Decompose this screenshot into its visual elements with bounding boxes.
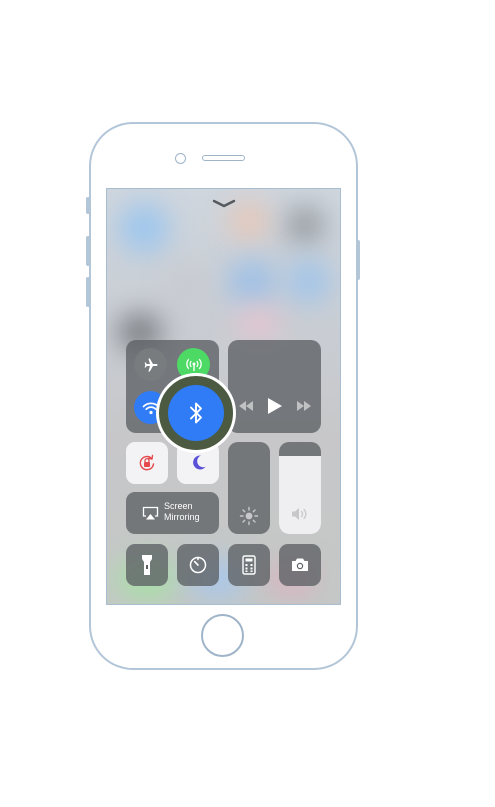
bluetooth-toggle-highlight[interactable]	[156, 373, 236, 453]
volume-slider[interactable]	[279, 442, 321, 534]
brightness-icon	[239, 506, 259, 526]
calculator-button[interactable]	[228, 544, 270, 586]
airplane-icon	[144, 358, 157, 371]
fast-forward-icon[interactable]	[297, 401, 311, 411]
screen-mirroring-line1: Screen	[164, 501, 193, 511]
screen-mirroring-line2: Mirroring	[164, 512, 200, 522]
volume-down-button	[86, 277, 90, 307]
front-camera	[175, 153, 186, 164]
camera-button[interactable]	[279, 544, 321, 586]
volume-up-button	[86, 236, 90, 266]
cellular-icon	[185, 358, 202, 371]
airplane-mode-toggle[interactable]	[134, 348, 167, 381]
timer-button[interactable]	[177, 544, 219, 586]
moon-icon	[193, 455, 206, 470]
mute-switch	[86, 197, 90, 214]
now-playing-module	[228, 340, 321, 433]
screen-mirroring-button[interactable]: Screen Mirroring	[126, 492, 219, 534]
calculator-icon	[242, 555, 256, 575]
volume-icon	[292, 508, 307, 520]
power-button	[356, 240, 360, 280]
chevron-down-icon[interactable]	[212, 199, 236, 209]
brightness-slider[interactable]	[228, 442, 270, 534]
airplay-icon	[142, 506, 159, 520]
bluetooth-icon	[190, 402, 202, 424]
blurred-app-icon	[167, 267, 207, 307]
volume-fill	[279, 455, 321, 534]
rotation-lock-icon	[139, 454, 155, 471]
camera-icon	[292, 558, 308, 571]
bluetooth-toggle[interactable]	[168, 385, 224, 441]
play-icon[interactable]	[268, 398, 282, 414]
blurred-app-icon	[235, 307, 281, 339]
blurred-app-icon	[119, 203, 169, 253]
flashlight-button[interactable]	[126, 544, 168, 586]
screen-mirroring-label: Screen Mirroring	[164, 501, 200, 523]
blurred-app-icon	[287, 259, 331, 303]
earpiece-speaker	[202, 155, 245, 161]
blurred-app-icon	[287, 207, 323, 243]
blurred-app-icon	[227, 259, 277, 305]
timer-icon	[189, 556, 207, 574]
rewind-icon[interactable]	[239, 401, 253, 411]
flashlight-icon	[142, 555, 152, 575]
orientation-lock-toggle[interactable]	[126, 442, 168, 484]
home-button[interactable]	[201, 614, 244, 657]
